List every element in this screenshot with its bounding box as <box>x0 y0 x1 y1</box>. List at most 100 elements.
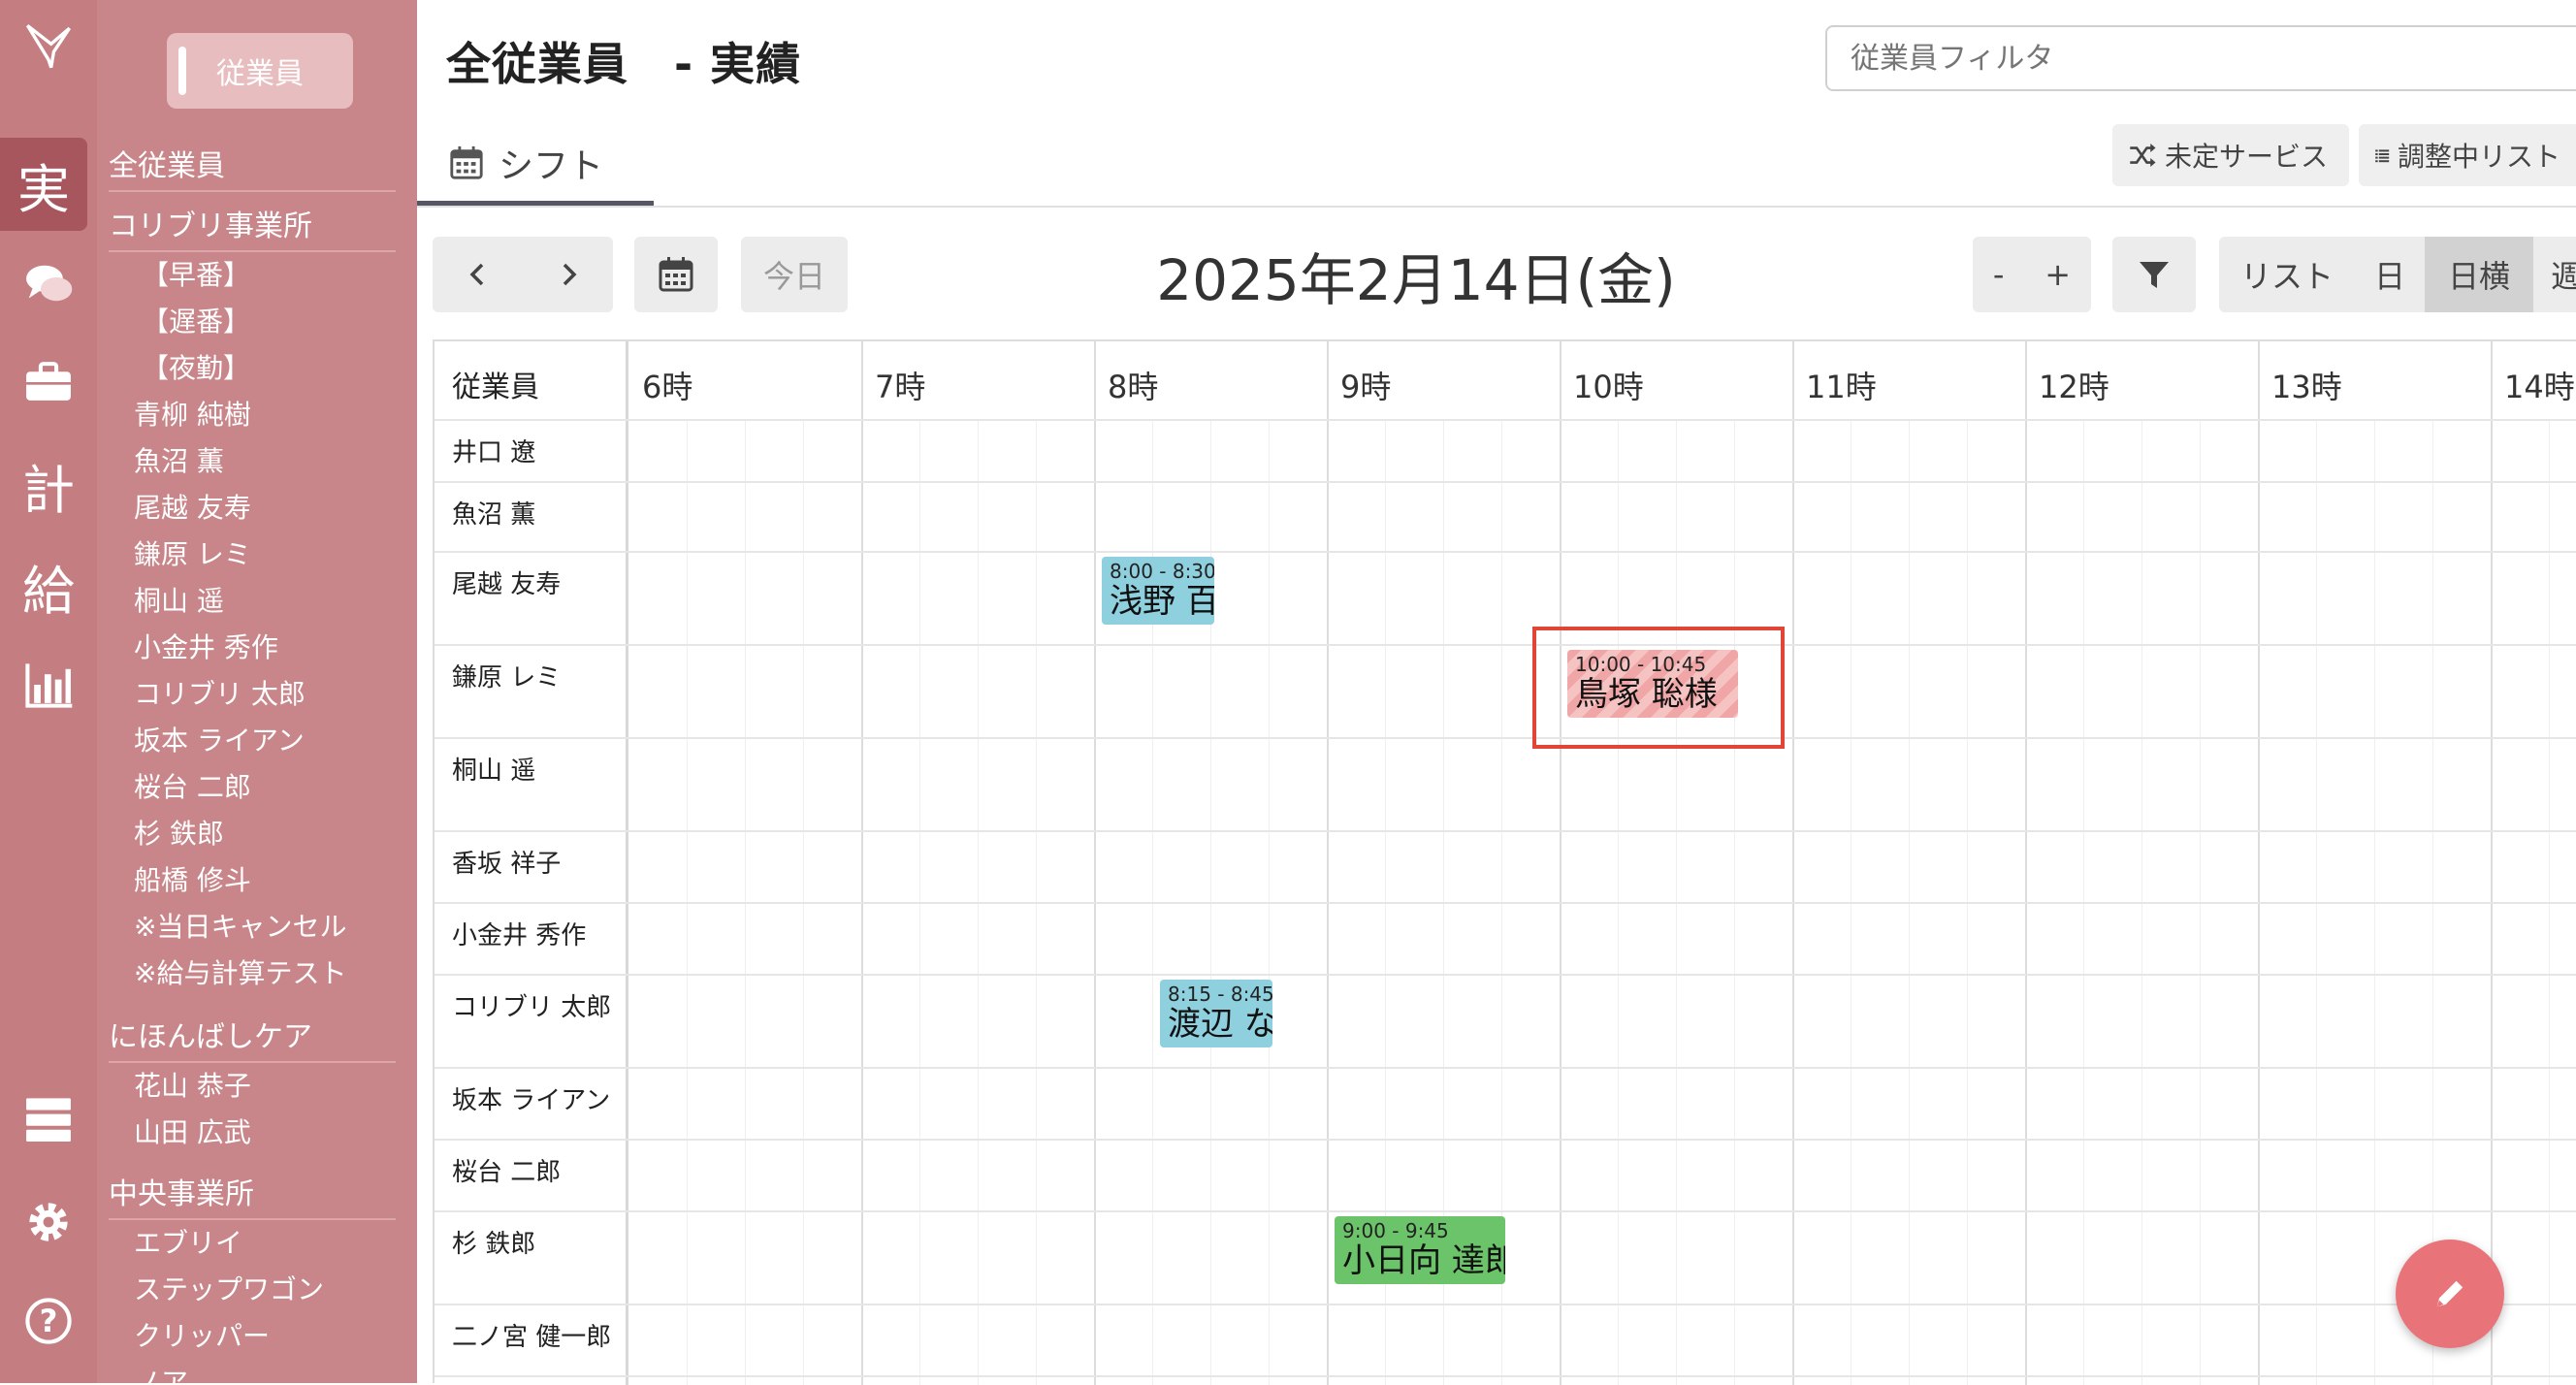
hour-label: 14時 <box>2504 369 2575 405</box>
hour-label: 9時 <box>1340 369 1392 405</box>
gear-icon[interactable] <box>0 1176 97 1269</box>
row-gridline <box>628 551 2576 553</box>
sidebar-item[interactable]: 【遅番】 <box>142 301 250 339</box>
row-gridline <box>628 902 2576 904</box>
shift-event-name: 浅野 百 <box>1110 582 1214 621</box>
shift-event[interactable]: 9:00 - 9:45 小日向 達郎 <box>1335 1216 1505 1284</box>
chevron-right-icon <box>563 263 576 286</box>
sidebar-item[interactable]: ※当日キャンセル <box>134 906 346 945</box>
sidebar-item[interactable]: コリブリ 太郎 <box>134 673 306 712</box>
employee-row-label: 鎌原 レミ <box>435 646 628 739</box>
employee-row-label: 桐山 遥 <box>435 739 628 832</box>
bar-chart-icon[interactable] <box>0 638 97 731</box>
date-picker-button[interactable] <box>634 237 718 312</box>
unassigned-services-button[interactable]: 未定サービス <box>2112 124 2349 186</box>
row-gridline <box>628 1139 2576 1141</box>
rail-item-salary[interactable]: 給 <box>0 539 97 632</box>
current-date: 2025年2月14日(金) <box>1156 247 1676 313</box>
next-day-button[interactable] <box>523 255 613 294</box>
hour-label: 7時 <box>875 369 926 405</box>
zoom-group: - + <box>1973 237 2091 312</box>
selection-highlight <box>1532 627 1785 749</box>
salary-icon: 給 <box>22 560 75 622</box>
sidebar-item[interactable]: 花山 恭子 <box>134 1065 251 1104</box>
hour-gridline <box>1792 341 1794 1385</box>
prev-day-button[interactable] <box>433 255 523 294</box>
today-button[interactable]: 今日 <box>741 237 848 312</box>
sidebar-item[interactable]: ステップワゴン <box>134 1269 324 1307</box>
row-gridline <box>628 1210 2576 1212</box>
employee-column-header: 従業員 <box>435 341 628 421</box>
row-gridline <box>628 830 2576 832</box>
rail-item-plan[interactable]: 計 <box>0 438 97 531</box>
sidebar-item[interactable]: 船橋 修斗 <box>134 859 251 898</box>
help-icon[interactable]: ? <box>0 1274 97 1368</box>
timeline-grid: 従業員 井口 遼 魚沼 薫 尾越 友寿 鎌原 レミ 桐山 遥 香坂 祥子 小金井… <box>433 339 2576 1385</box>
hour-label: 8時 <box>1108 369 1159 405</box>
employee-toggle-button[interactable]: 従業員 <box>167 33 353 109</box>
calendar-icon <box>659 257 693 292</box>
view-week-button[interactable]: 週 <box>2533 237 2576 312</box>
sidebar-item[interactable]: 坂本 ライアン <box>134 720 305 758</box>
pencil-icon <box>2436 1280 2463 1307</box>
view-list-button[interactable]: リスト <box>2219 237 2355 312</box>
sidebar-group-chuo[interactable]: 中央事業所 <box>109 1170 396 1220</box>
sidebar-item[interactable]: 青柳 純樹 <box>134 394 251 433</box>
server-icon[interactable] <box>0 1073 97 1166</box>
edit-fab-button[interactable] <box>2396 1240 2504 1348</box>
svg-text:?: ? <box>40 1303 58 1339</box>
sidebar-item[interactable]: ノア <box>134 1362 188 1383</box>
sidebar-item[interactable]: 桐山 遥 <box>134 580 224 619</box>
sidebar-group-all[interactable]: 全従業員 <box>109 142 396 192</box>
shift-event[interactable]: 8:00 - 8:30 浅野 百 <box>1102 557 1214 625</box>
employee-row-label: 香坂 祥子 <box>435 832 628 904</box>
sidebar-item[interactable]: エブリイ <box>134 1222 242 1261</box>
hour-gridline <box>1327 341 1329 1385</box>
adjusting-list-button[interactable]: 調整中リスト <box>2359 124 2576 186</box>
shift-event-name: 小日向 達郎 <box>1342 1241 1505 1280</box>
sidebar-item[interactable]: 【夜勤】 <box>142 347 250 386</box>
chat-icon[interactable] <box>0 239 97 332</box>
shift-event-time: 9:00 - 9:45 <box>1342 1219 1449 1242</box>
hour-gridline <box>1560 341 1562 1385</box>
zoom-in-button[interactable]: + <box>2045 256 2071 293</box>
row-gridline <box>628 1375 2576 1377</box>
employee-row-label: 桜台 二郎 <box>435 1141 628 1212</box>
shift-event-name: 渡辺 な <box>1168 1005 1272 1044</box>
briefcase-icon[interactable] <box>0 336 97 429</box>
sidebar-item[interactable]: 杉 鉄郎 <box>134 813 224 852</box>
row-gridline <box>628 974 2576 976</box>
sidebar-group-colibri[interactable]: コリブリ事業所 <box>109 202 396 252</box>
tab-divider <box>417 206 2576 208</box>
hour-label: 12時 <box>2039 369 2109 405</box>
sidebar-item[interactable]: 山田 広武 <box>134 1111 251 1150</box>
hour-gridline <box>1094 341 1096 1385</box>
header-divider <box>435 419 2576 421</box>
sidebar-item[interactable]: 鎌原 レミ <box>134 533 251 572</box>
employee-column: 従業員 井口 遼 魚沼 薫 尾越 友寿 鎌原 レミ 桐山 遥 香坂 祥子 小金井… <box>435 341 628 1385</box>
sidebar-item[interactable]: 尾越 友寿 <box>134 487 251 526</box>
view-day-button[interactable]: 日 <box>2355 237 2425 312</box>
hour-gridline <box>861 341 863 1385</box>
zoom-out-button[interactable]: - <box>1993 256 2005 293</box>
view-day-horizontal-button[interactable]: 日横 <box>2425 237 2533 312</box>
sidebar-item[interactable]: 桜台 二郎 <box>134 766 251 805</box>
sidebar-item[interactable]: 魚沼 薫 <box>134 440 224 479</box>
funnel-icon <box>2140 262 2169 288</box>
rail-item-actual[interactable]: 実 <box>0 138 87 231</box>
sidebar-item[interactable]: 【早番】 <box>142 254 250 293</box>
shuffle-icon <box>2130 144 2156 167</box>
employee-filter-input[interactable] <box>1825 25 2576 91</box>
sidebar-item[interactable]: 小金井 秀作 <box>134 627 278 665</box>
sidebar-item[interactable]: ※給与計算テスト <box>134 952 346 991</box>
employee-row-label: コリブリ 太郎 <box>435 976 628 1069</box>
tab-shift[interactable]: シフト <box>417 124 654 206</box>
calendar-icon <box>450 145 483 179</box>
sidebar-group-nihonbashi[interactable]: にほんばしケア <box>109 1013 396 1063</box>
chevron-left-icon <box>469 263 483 286</box>
filter-button[interactable] <box>2112 237 2196 312</box>
shift-event[interactable]: 8:15 - 8:45 渡辺 な <box>1160 980 1272 1047</box>
sidebar-item[interactable]: クリッパー <box>134 1315 270 1354</box>
logo-bird-icon[interactable] <box>0 0 97 93</box>
employee-row-label: 二ノ宮 健一郎 <box>435 1305 628 1377</box>
